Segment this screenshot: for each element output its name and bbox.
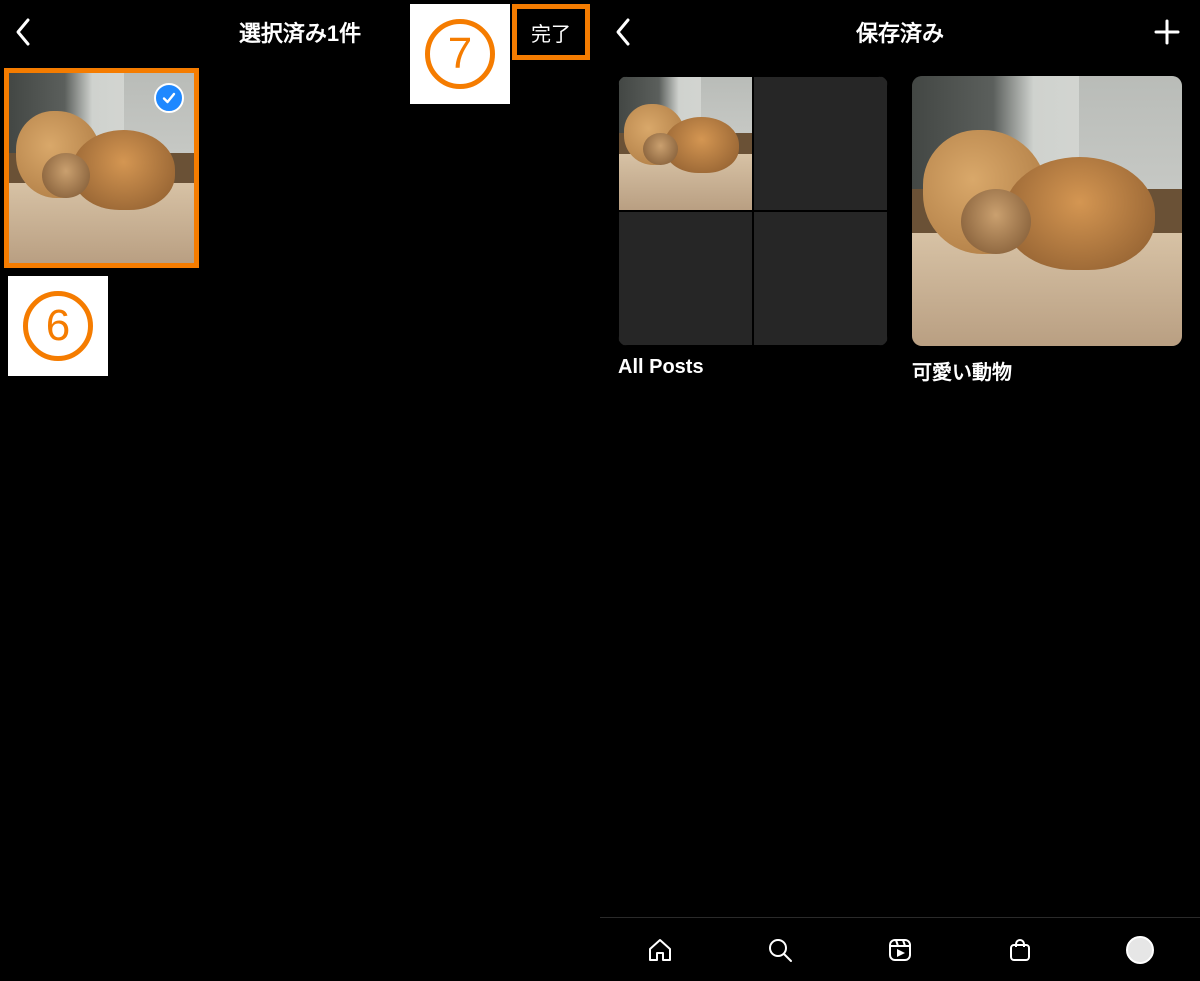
nav-home[interactable]: [640, 930, 680, 970]
callout-marker-6: 6: [8, 276, 108, 376]
nav-search[interactable]: [760, 930, 800, 970]
shop-icon: [1006, 936, 1034, 964]
done-button[interactable]: 完了: [531, 18, 571, 47]
thumbnail-image: [912, 76, 1182, 346]
back-button[interactable]: [614, 17, 632, 47]
header-saved: 保存済み: [600, 0, 1200, 64]
collection-cute-animals[interactable]: 可愛い動物: [912, 76, 1182, 385]
collection-all-posts[interactable]: All Posts: [618, 76, 888, 385]
screen-saved: 保存済み All Posts: [600, 0, 1200, 981]
collection-label: 可愛い動物: [912, 356, 1182, 385]
chevron-left-icon: [14, 17, 32, 47]
back-button[interactable]: [14, 17, 32, 47]
nav-shop[interactable]: [1000, 930, 1040, 970]
collection-label: All Posts: [618, 356, 888, 379]
collections-grid: All Posts 可愛い動物: [618, 76, 1182, 385]
reels-icon: [886, 936, 914, 964]
chevron-left-icon: [614, 17, 632, 47]
screen-select: 選択済み1件 完了 6 7: [0, 0, 600, 981]
callout-marker-7: 7: [410, 4, 510, 104]
bottom-nav: [600, 917, 1200, 981]
done-highlight-box: 完了: [512, 4, 590, 60]
selected-thumbnail[interactable]: [4, 68, 199, 268]
profile-avatar-icon: [1126, 936, 1154, 964]
nav-profile[interactable]: [1120, 930, 1160, 970]
search-icon: [766, 936, 794, 964]
home-icon: [646, 936, 674, 964]
add-button[interactable]: [1152, 17, 1182, 47]
header-select: 選択済み1件 完了: [0, 0, 600, 64]
nav-reels[interactable]: [880, 930, 920, 970]
collection-cover: [618, 76, 888, 346]
plus-icon: [1152, 17, 1182, 47]
callout-number: 7: [425, 19, 495, 89]
page-title: 保存済み: [856, 16, 944, 48]
collection-quad: [618, 76, 888, 346]
callout-number: 6: [23, 291, 93, 361]
thumbnail-image: [619, 77, 752, 210]
selected-check-icon: [154, 83, 184, 113]
collection-cover: [912, 76, 1182, 346]
page-title: 選択済み1件: [239, 16, 361, 48]
